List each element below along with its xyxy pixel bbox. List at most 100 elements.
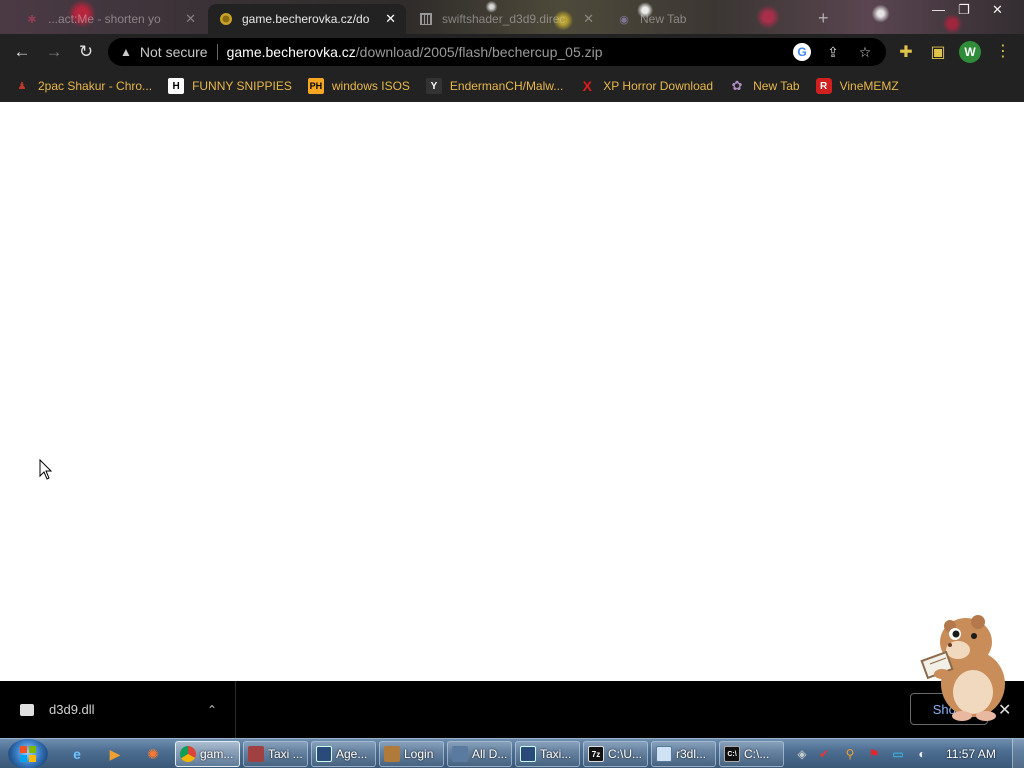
share-icon[interactable]: ⇪ [824,43,842,61]
taskbar-button-all-d[interactable]: All D... [447,741,512,767]
network-icon[interactable]: ▭ [890,746,906,762]
new-tab-plus-icon[interactable]: + [818,8,829,29]
taskbar-button-label: Taxi ... [268,747,303,761]
notepad-icon [656,746,672,762]
user-icon [384,746,400,762]
not-secure-label[interactable]: Not secure [140,44,208,60]
taskbar-button-login[interactable]: Login [379,741,444,767]
bookmark-label: XP Horror Download [603,79,714,93]
profile-avatar[interactable]: W [959,41,981,63]
firefox-icon[interactable]: ✺ [142,743,164,765]
taskbar-button-7zip[interactable]: 7z C:\U... [583,741,648,767]
tray-check-icon[interactable]: ✔ [816,746,832,762]
url-path[interactable]: /download/2005/flash/bechercup_05.zip [356,44,603,60]
taskbar-button-label: Login [404,747,434,761]
close-tab-icon[interactable]: ✕ [385,11,396,27]
tray-app-icon[interactable]: ◈ [794,746,810,762]
globe-icon: ◉ [619,13,629,26]
download-item[interactable]: d3d9.dll ⌃ [0,681,236,738]
tab-title: New Tab [640,12,687,26]
tab-title: game.becherovka.cz/do [242,12,370,26]
close-tab-icon[interactable]: ✕ [583,11,594,27]
tab-strip: ✱ ...act:Me - shorten yo ✕ game.becherov… [0,0,1024,34]
bookmark-label: VineMEMZ [839,79,899,93]
address-bar[interactable]: ▲ Not secure game.becherovka.cz /downloa… [108,38,886,66]
tab-2[interactable]: game.becherovka.cz/do ✕ [208,4,406,34]
cmd-icon: C:\ [724,746,740,762]
bookmarks-bar: ♟ 2pac Shakur - Chro... H FUNNY SNIPPIES… [0,70,1024,102]
bookmark-endermanch[interactable]: Y EndermanCH/Malw... [425,78,564,94]
warning-triangle-icon[interactable]: ▲ [120,45,132,59]
tab-favicon-1: ✱ [27,13,37,26]
ph-logo-icon: PH [307,78,324,94]
app-icon [248,746,264,762]
side-panel-icon[interactable]: ▣ [928,42,948,62]
taskbar-clock[interactable]: 11:57 AM [946,747,996,761]
minimize-icon[interactable]: — [932,2,945,17]
taskbar-button-label: gam... [200,747,234,761]
restore-icon[interactable]: ❐ [958,2,970,18]
url-host[interactable]: game.becherovka.cz [227,44,356,60]
show-desktop-button[interactable] [1012,739,1024,768]
7zip-icon: 7z [588,746,604,762]
volume-icon[interactable]: ◐ [914,746,930,762]
taskbar-button-label: r3dl... [676,747,707,761]
taskbar-button-taxi-2[interactable]: Taxi... [515,741,580,767]
bookmark-windows-isos[interactable]: PH windows ISOS [307,78,410,94]
bookmark-2pac[interactable]: ♟ 2pac Shakur - Chro... [14,78,153,94]
bookmark-label: EndermanCH/Malw... [449,79,564,93]
tab-1[interactable]: ✱ ...act:Me - shorten yo ✕ [14,4,206,34]
tab-3[interactable]: swiftshader_d3d9.direc ✕ [408,4,604,34]
back-arrow-icon[interactable]: ← [6,36,38,68]
bookmark-star-icon[interactable]: ☆ [856,43,874,61]
extensions-puzzle-icon[interactable]: ✚ [896,42,916,62]
taskbar-button-chrome[interactable]: gam... [175,741,240,767]
taskbar-button-notepad[interactable]: r3dl... [651,741,716,767]
tab-title: ...act:Me - shorten yo [48,12,161,26]
bookmark-label: New Tab [753,79,800,93]
taskbar-button-taxi-1[interactable]: Taxi ... [243,741,308,767]
taskbar-button-label: All D... [472,747,508,761]
bookmark-xp-horror[interactable]: X XP Horror Download [579,78,714,94]
hamster-mascot-icon [920,615,1005,721]
bookmark-label: FUNNY SNIPPIES [192,79,292,93]
page-content[interactable] [0,102,1024,681]
forward-arrow-icon[interactable]: → [38,36,70,68]
r-logo-icon: R [815,78,832,94]
window-icon [520,746,536,762]
red-figure-icon: ♟ [17,80,27,92]
file-icon [20,703,34,716]
tab-title: swiftshader_d3d9.direc [442,12,566,26]
taskbar-button-age[interactable]: Age... [311,741,376,767]
tray-search-icon[interactable]: ⚲ [842,746,858,762]
action-center-flag-icon[interactable]: ⚑ [866,746,882,762]
taskbar-button-label: C:\U... [608,747,643,761]
menu-kebab-icon[interactable]: ⋮ [995,41,1011,63]
google-lens-icon[interactable]: G [793,43,811,61]
bookmark-vinememz[interactable]: R VineMEMZ [815,78,899,94]
y-logo-icon: Y [425,78,442,94]
pinwheel-icon: ✿ [731,78,743,93]
taskbar-button-label: C:\... [744,747,770,761]
bookmark-label: 2pac Shakur - Chro... [38,79,153,93]
reload-icon[interactable]: ↻ [70,36,102,68]
taskbar-button-cmd[interactable]: C:\ C:\... [719,741,784,767]
folder-icon [452,746,468,762]
media-player-icon[interactable]: ▶ [104,743,126,765]
tab-4[interactable]: ◉ New Tab [606,4,806,34]
chevron-up-icon[interactable]: ⌃ [207,703,217,717]
internet-explorer-icon[interactable]: e [66,743,88,765]
x-logo-icon: X [582,78,592,94]
chrome-icon [180,746,196,762]
bookmark-new-tab[interactable]: ✿ New Tab [729,78,800,94]
close-tab-icon[interactable]: ✕ [185,11,196,27]
download-file-name[interactable]: d3d9.dll [49,702,207,717]
window-icon [316,746,332,762]
coin-icon [218,11,234,27]
browser-toolbar: ← → ↻ ▲ Not secure game.becherovka.cz /d… [0,34,1024,70]
bookmark-label: windows ISOS [331,79,410,93]
download-bar: d3d9.dll ⌃ Show ✕ [0,681,1024,738]
close-window-icon[interactable]: ✕ [992,2,1003,18]
start-button[interactable] [8,739,48,768]
bookmark-funny-snippies[interactable]: H FUNNY SNIPPIES [168,78,292,94]
